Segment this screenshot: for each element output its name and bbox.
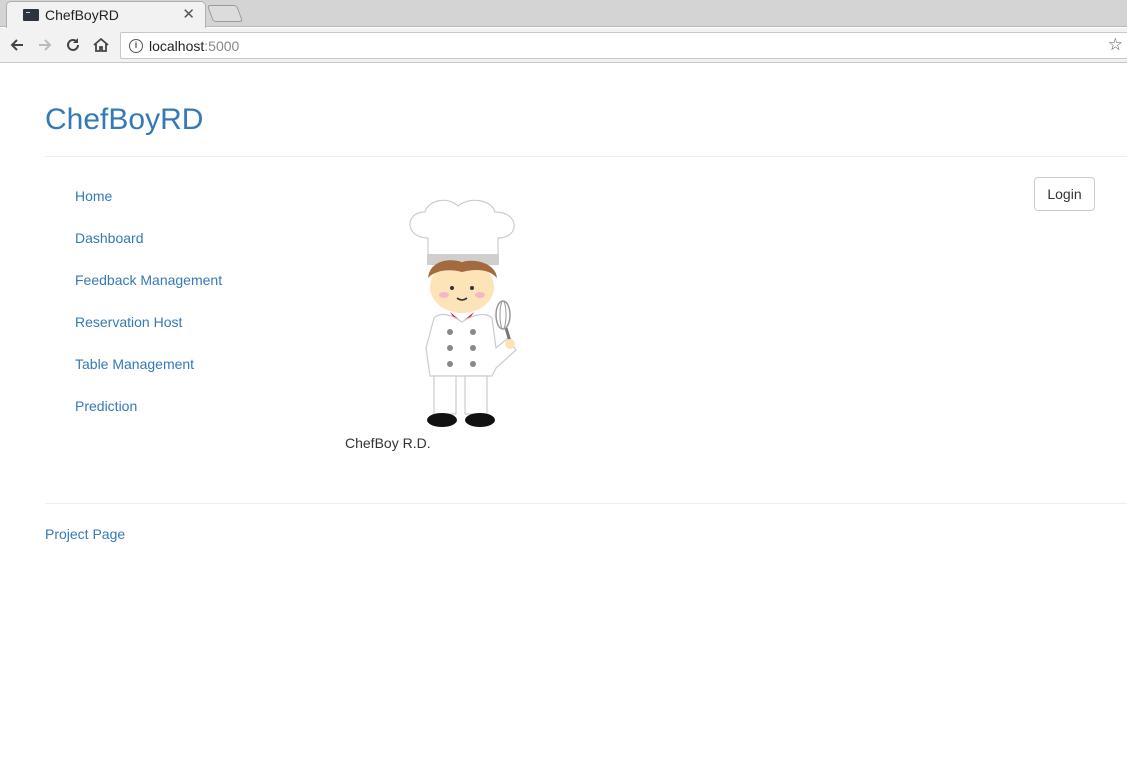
header-divider <box>45 156 1127 157</box>
close-icon[interactable]: ✕ <box>182 5 195 23</box>
nav-table-management[interactable]: Table Management <box>75 356 222 398</box>
footer-divider <box>45 503 1127 504</box>
browser-tab-strip: ChefBoyRD ✕ <box>0 0 1127 28</box>
url-text: localhost:5000 <box>149 38 240 54</box>
nav-prediction[interactable]: Prediction <box>75 398 222 440</box>
nav-feedback-management[interactable]: Feedback Management <box>75 272 222 314</box>
tab-title: ChefBoyRD <box>45 7 119 23</box>
forward-icon[interactable] <box>34 34 56 56</box>
login-button[interactable]: Login <box>1034 177 1095 211</box>
nav-reservation-host[interactable]: Reservation Host <box>75 314 222 356</box>
reload-icon[interactable] <box>62 34 84 56</box>
browser-toolbar: i localhost:5000 ☆ <box>0 28 1127 63</box>
back-icon[interactable] <box>6 34 28 56</box>
browser-tab[interactable]: ChefBoyRD ✕ <box>6 1 206 28</box>
home-icon[interactable] <box>90 34 112 56</box>
chef-illustration <box>409 199 517 427</box>
sidebar-nav: Home Dashboard Feedback Management Reser… <box>75 188 222 440</box>
terminal-favicon-icon <box>23 9 39 21</box>
address-bar[interactable]: i localhost:5000 ☆ <box>120 32 1127 59</box>
site-brand[interactable]: ChefBoyRD <box>45 103 203 137</box>
bookmark-star-icon[interactable]: ☆ <box>1108 35 1123 55</box>
info-icon[interactable]: i <box>129 39 143 53</box>
project-page-link[interactable]: Project Page <box>45 526 125 542</box>
new-tab-button[interactable] <box>206 5 244 22</box>
nav-dashboard[interactable]: Dashboard <box>75 230 222 272</box>
chef-caption: ChefBoy R.D. <box>345 435 431 451</box>
nav-home[interactable]: Home <box>75 188 222 230</box>
